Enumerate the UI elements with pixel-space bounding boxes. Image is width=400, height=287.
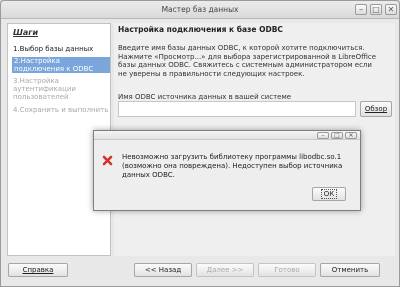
source-label: Имя ODBC источника данных в вашей систем…: [118, 93, 292, 101]
error-icon: [102, 155, 113, 166]
dialog-title-bar[interactable]: – □ ✕: [94, 131, 360, 140]
dialog-close-button[interactable]: ✕: [345, 132, 357, 139]
help-button[interactable]: Справка: [8, 263, 68, 277]
browse-button[interactable]: Обзор: [360, 101, 392, 117]
browse-label: Обзор: [364, 105, 388, 113]
help-label: Справка: [22, 266, 54, 274]
step-authentication: 3.Настройка аутентификации пользователей: [13, 77, 76, 101]
back-button[interactable]: << Назад: [134, 263, 192, 277]
step-select-database[interactable]: 1.Выбор базы данных: [13, 45, 111, 53]
odbc-source-input[interactable]: [118, 101, 356, 117]
back-label: << Назад: [144, 266, 182, 274]
steps-header: Шаги: [13, 28, 39, 37]
wizard-footer: Справка << Назад Далее >> Готово Отменит…: [1, 258, 399, 286]
maximize-button[interactable]: □: [370, 4, 382, 15]
close-button[interactable]: ✕: [385, 4, 397, 15]
next-button[interactable]: Далее >>: [196, 263, 254, 277]
next-label: Далее >>: [206, 266, 244, 274]
ok-label: ОК: [320, 189, 338, 199]
ok-button[interactable]: ОК: [312, 187, 346, 201]
page-title: Настройка подключения к базе ODBC: [118, 25, 283, 34]
cancel-label: Отменить: [331, 266, 369, 274]
instructions-text: Введите имя базы данных ODBC, к которой …: [118, 44, 377, 78]
finish-label: Готово: [274, 266, 300, 274]
error-dialog: – □ ✕ Невозможно загрузить библиотеку пр…: [93, 130, 361, 211]
step-odbc-connection[interactable]: 2.Настройка подключения к ODBC: [12, 57, 110, 73]
error-message: Невозможно загрузить библиотеку программ…: [122, 153, 343, 179]
dialog-maximize-button[interactable]: □: [331, 132, 343, 139]
title-bar[interactable]: Мастер баз данных – □ ✕: [1, 1, 399, 19]
cancel-button[interactable]: Отменить: [320, 263, 380, 277]
minimize-button[interactable]: –: [355, 4, 367, 15]
step-save-and-proceed: 4.Сохранить и выполнить: [13, 106, 109, 114]
finish-button[interactable]: Готово: [258, 263, 316, 277]
dialog-minimize-button[interactable]: –: [317, 132, 329, 139]
window-title: Мастер баз данных: [161, 5, 239, 14]
